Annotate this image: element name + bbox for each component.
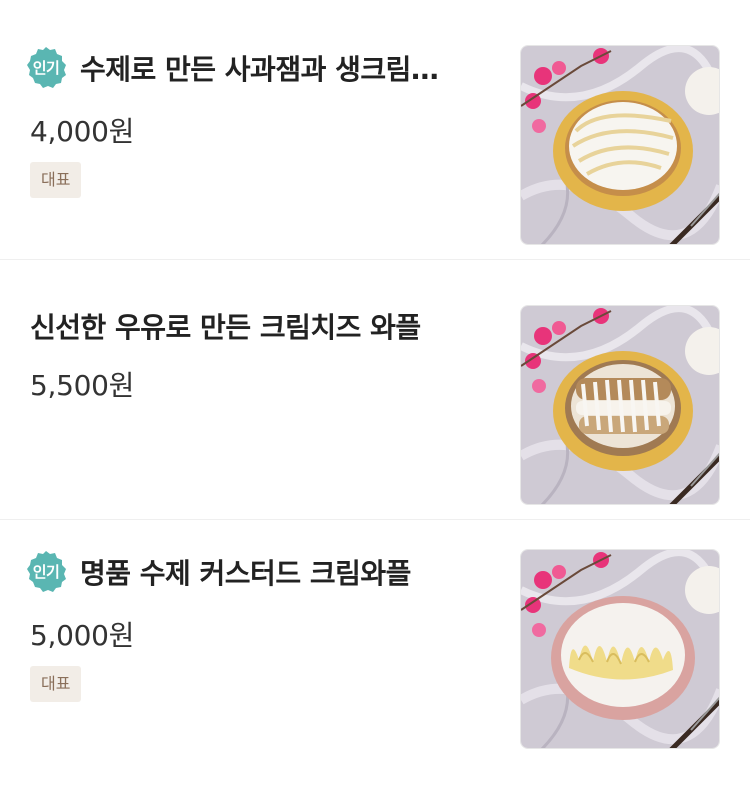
- menu-item-name: 수제로 만든 사과잼과 생크림…: [80, 53, 439, 86]
- menu-item[interactable]: 인기 명품 수제 커스터드 크림와플 5,000원 대표: [0, 520, 750, 790]
- popular-badge-label: 인기: [32, 59, 60, 77]
- popular-badge: 인기: [24, 46, 68, 90]
- menu-item-title-row: 신선한 우유로 만든 크림치즈 와플: [30, 306, 490, 346]
- waffle-cream-cheese-photo[interactable]: [520, 305, 720, 505]
- menu-item-title-row: 인기 수제로 만든 사과잼과 생크림…: [24, 46, 484, 90]
- menu-list: 인기 수제로 만든 사과잼과 생크림… 4,000원 대표 신선한 우유로 만든…: [0, 0, 750, 790]
- signature-tag: 대표: [30, 162, 82, 198]
- waffle-custard-cream-photo[interactable]: [520, 549, 720, 749]
- popular-badge-label: 인기: [32, 563, 60, 581]
- menu-item[interactable]: 신선한 우유로 만든 크림치즈 와플 5,500원: [0, 260, 750, 520]
- menu-item-name: 명품 수제 커스터드 크림와플: [80, 557, 411, 590]
- menu-item-price: 5,000원: [30, 619, 135, 652]
- popular-badge: 인기: [24, 550, 68, 594]
- menu-item-price: 5,500원: [30, 369, 135, 402]
- menu-item-price: 4,000원: [30, 115, 135, 148]
- menu-item[interactable]: 인기 수제로 만든 사과잼과 생크림… 4,000원 대표: [0, 0, 750, 260]
- menu-item-title-row: 인기 명품 수제 커스터드 크림와플: [24, 550, 484, 594]
- waffle-apple-jam-cream-photo[interactable]: [520, 45, 720, 245]
- menu-item-name: 신선한 우유로 만든 크림치즈 와플: [30, 311, 421, 344]
- signature-tag: 대표: [30, 666, 82, 702]
